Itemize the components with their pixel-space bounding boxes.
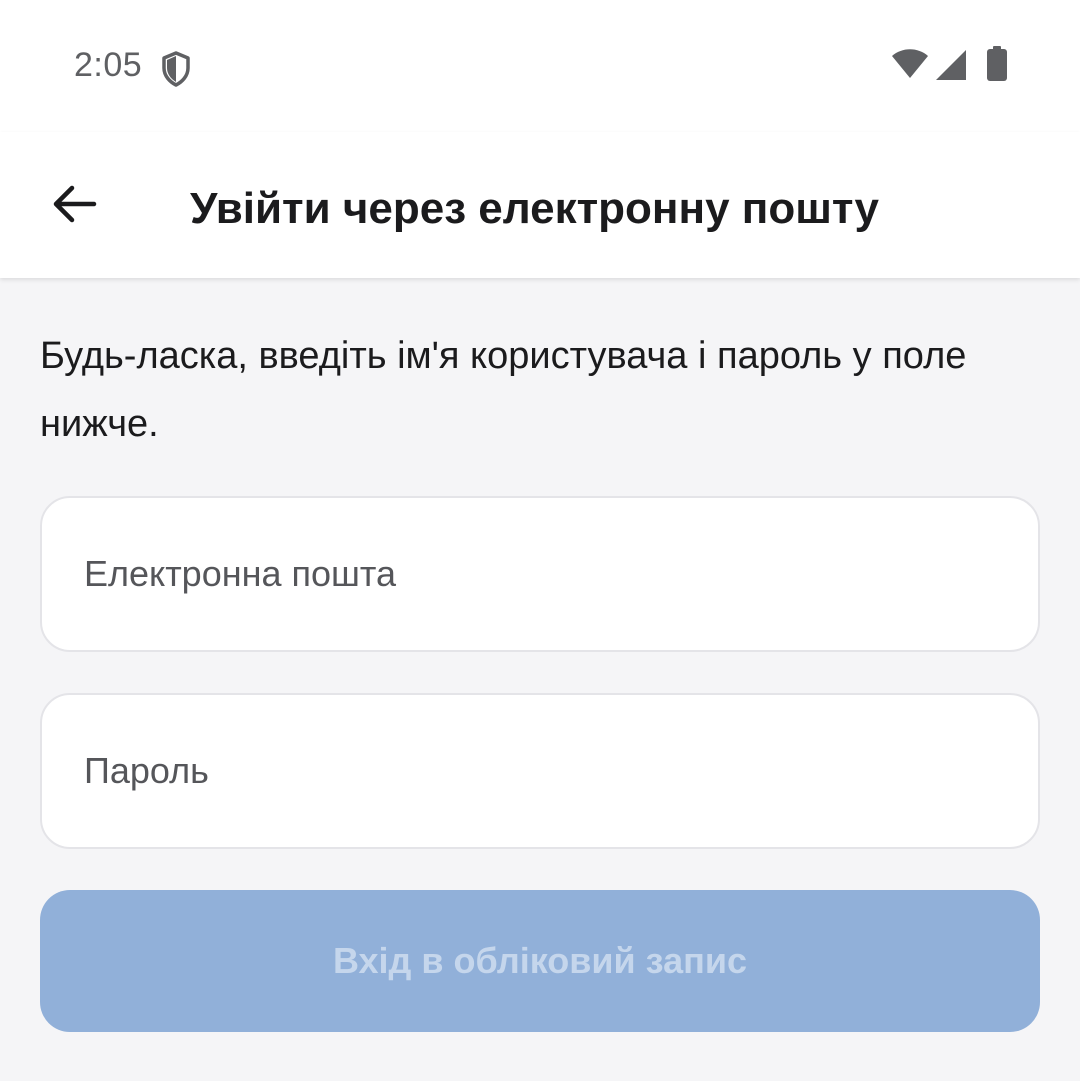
- status-bar: 2:05: [0, 0, 1080, 132]
- login-form: Будь-ласка, введіть ім'я користувача і п…: [0, 278, 1080, 1081]
- wifi-icon: [890, 48, 930, 85]
- shield-icon: [160, 50, 192, 88]
- status-time: 2:05: [74, 46, 143, 84]
- email-field[interactable]: [40, 496, 1040, 652]
- instructions-text: Будь-ласка, введіть ім'я користувача і п…: [40, 335, 967, 445]
- back-button[interactable]: [36, 168, 112, 244]
- signal-icon: [934, 48, 968, 85]
- login-button[interactable]: Вхід в обліковий запис: [40, 890, 1040, 1032]
- app-bar: Увійти через електронну пошту: [0, 132, 1080, 278]
- battery-icon: [986, 45, 1008, 87]
- status-icons: [890, 45, 1008, 87]
- arrow-left-icon: [50, 184, 98, 229]
- password-field[interactable]: [40, 693, 1040, 849]
- page-title: Увійти через електронну пошту: [190, 184, 880, 233]
